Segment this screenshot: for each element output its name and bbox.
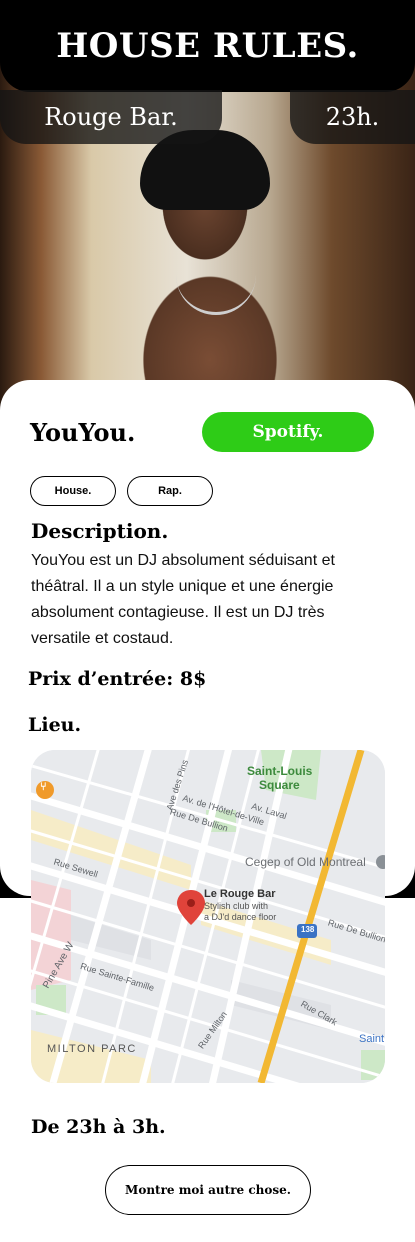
- description-text: YouYou est un DJ absolument séduisant et…: [31, 552, 335, 647]
- event-hours: De 23h à 3h.: [31, 1116, 166, 1138]
- map-place-desc-1: Stylish club with: [204, 901, 269, 911]
- map-label-saint-louis: Saint-Louis: [247, 764, 313, 778]
- genre-tag-rap[interactable]: Rap.: [127, 476, 213, 506]
- spotify-button[interactable]: Spotify.: [202, 412, 374, 452]
- map-place-name[interactable]: Le Rouge Bar: [204, 888, 276, 900]
- location-map[interactable]: Saint-Louis Square Cegep of Old Montreal…: [31, 750, 385, 1083]
- venue-badge: Rouge Bar.: [0, 90, 222, 144]
- map-label-cegep: Cegep of Old Montreal: [245, 855, 366, 869]
- description-title: Description.: [31, 519, 169, 543]
- entry-price: Prix d’entrée: 8$: [28, 668, 207, 690]
- photo-necklace-shape: [176, 272, 256, 315]
- show-more-button[interactable]: Montre moi autre chose.: [105, 1165, 311, 1215]
- map-place-desc-2: a DJ'd dance floor: [204, 912, 277, 922]
- map-route-138: 138: [301, 925, 315, 934]
- time-badge: 23h.: [290, 90, 415, 144]
- event-time: 23h.: [325, 103, 380, 131]
- header-banner: HOUSE RULES.: [0, 0, 415, 92]
- location-title: Lieu.: [28, 714, 82, 736]
- map-label-milton-parc: MILTON PARC: [47, 1043, 137, 1055]
- artist-name: YouYou.: [30, 418, 136, 447]
- map-label-square: Square: [259, 778, 300, 792]
- map-label-saint: Saint: [359, 1033, 385, 1045]
- genre-tag-house[interactable]: House.: [30, 476, 116, 506]
- page-title: HOUSE RULES.: [56, 26, 359, 66]
- restaurant-icon: ⑂: [40, 781, 47, 793]
- venue-name: Rouge Bar.: [44, 103, 178, 131]
